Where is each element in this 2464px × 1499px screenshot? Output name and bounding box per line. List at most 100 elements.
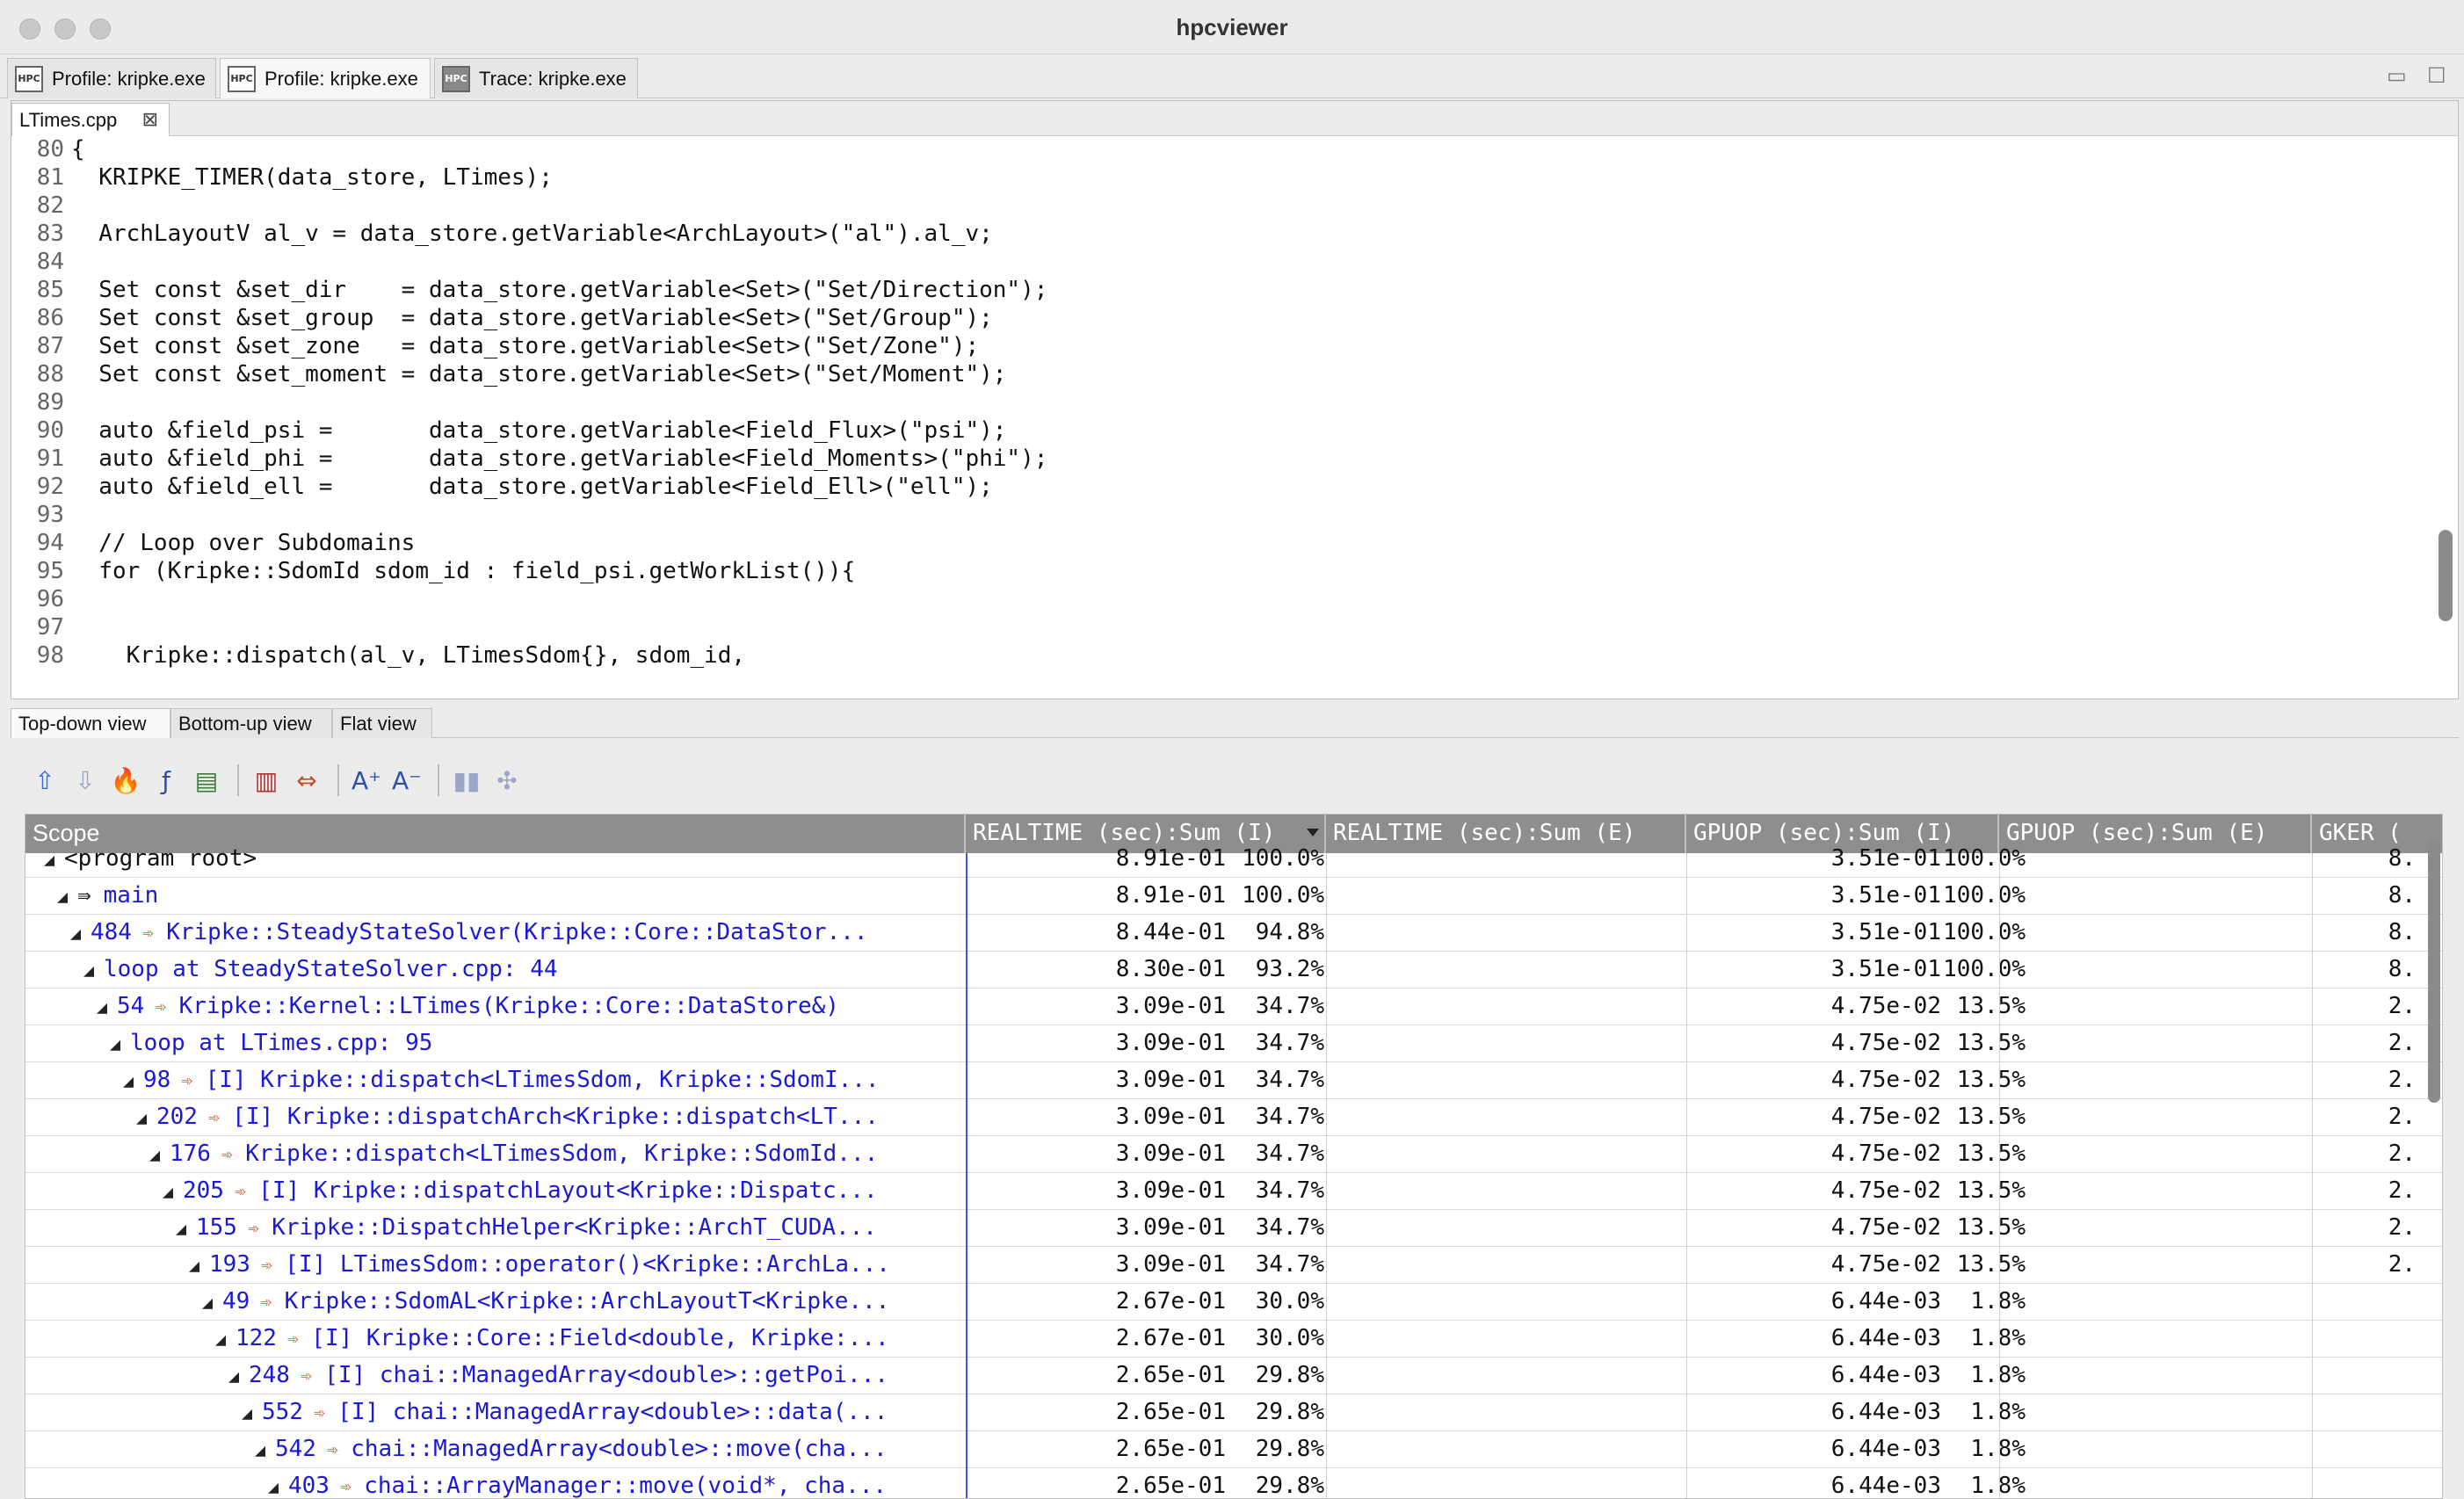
call-line-number[interactable]: 542 [275, 1436, 316, 1462]
call-arrow-icon[interactable]: ➾ [181, 1070, 192, 1092]
table-row[interactable]: ◢ 49 ➾ Kripke::SdomAL<Kripke::ArchLayoutT<K… [25, 1284, 2442, 1321]
scope-cell[interactable]: ◢ 202 ➾ [I] Kripke::dispatchArch<Kripke::di… [25, 1099, 966, 1136]
call-arrow-icon[interactable]: ➾ [340, 1476, 351, 1498]
scope-name[interactable]: chai::ArrayManager::move(void*, cha... [364, 1473, 887, 1498]
scope-name[interactable]: [I] Kripke::Core::Field<double, Kripke:.… [311, 1325, 888, 1351]
expand-triangle-icon[interactable]: ◢ [226, 1358, 242, 1394]
table-row[interactable]: ◢ 403 ➾ chai::ArrayManager::move(void*, cha… [25, 1468, 2442, 1498]
call-line-number[interactable]: 202 [156, 1104, 198, 1130]
derived-metric-icon[interactable]: ƒ [148, 762, 185, 799]
table-row[interactable]: ◢ 202 ➾ [I] Kripke::dispatchArch<Kripke::di… [25, 1099, 2442, 1136]
table-row[interactable]: ◢ 54 ➾ Kripke::Kernel::LTimes(Kripke::Core:… [25, 988, 2442, 1025]
scope-name[interactable]: main [104, 882, 159, 909]
table-row[interactable]: ◢ 193 ➾ [I] LTimesSdom::operator()<Kripke::… [25, 1247, 2442, 1284]
scope-name[interactable]: loop at SteadyStateSolver.cpp: 44 [104, 956, 558, 982]
expand-triangle-icon[interactable]: ◢ [147, 1137, 163, 1173]
call-arrow-icon[interactable]: ➾ [260, 1292, 272, 1314]
minimize-view-icon[interactable]: ▭ [2387, 63, 2407, 89]
column-divider[interactable] [966, 853, 967, 1498]
expand-triangle-icon[interactable]: ◢ [199, 1285, 215, 1321]
expand-triangle-icon[interactable]: ◢ [265, 1469, 281, 1498]
maximize-view-icon[interactable]: ☐ [2427, 63, 2446, 89]
table-row[interactable]: ◢ 98 ➾ [I] Kripke::dispatch<LTimesSdom, Kri… [25, 1062, 2442, 1099]
expand-triangle-icon[interactable]: ◢ [239, 1395, 255, 1431]
scope-cell[interactable]: ◢ ⇛ main [25, 878, 966, 915]
call-line-number[interactable]: 98 [143, 1067, 170, 1093]
scope-cell[interactable]: ◢ 542 ➾ chai::ManagedArray<double>::move(ch… [25, 1431, 966, 1468]
call-arrow-icon[interactable]: ➾ [261, 1255, 272, 1277]
scope-cell[interactable]: ◢ loop at SteadyStateSolver.cpp: 44 [25, 952, 966, 988]
expand-triangle-icon[interactable]: ◢ [68, 916, 83, 952]
scope-cell[interactable]: ◢ 98 ➾ [I] Kripke::dispatch<LTimesSdom, Kri… [25, 1062, 966, 1099]
tab-top-down-view[interactable]: Top-down view [11, 708, 170, 738]
expand-triangle-icon[interactable]: ◢ [160, 1174, 176, 1210]
table-row[interactable]: ◢ loop at SteadyStateSolver.cpp: 44 8.30e-… [25, 952, 2442, 988]
table-row[interactable]: ◢ 248 ➾ [I] chai::ManagedArray<double>::get… [25, 1358, 2442, 1394]
scope-name[interactable]: [I] Kripke::dispatchArch<Kripke::dispatc… [232, 1104, 879, 1130]
expand-triangle-icon[interactable]: ◢ [107, 1026, 123, 1062]
expand-triangle-icon[interactable]: ◢ [81, 952, 97, 988]
call-line-number[interactable]: 155 [196, 1214, 237, 1241]
scope-name[interactable]: [I] LTimesSdom::operator()<Kripke::ArchL… [285, 1251, 890, 1278]
scope-name[interactable]: chai::ManagedArray<double>::move(cha... [351, 1436, 887, 1462]
scope-name[interactable]: [I] Kripke::dispatchLayout<Kripke::Dispa… [258, 1177, 877, 1204]
scope-cell[interactable]: ◢ 122 ➾ [I] Kripke::Core::Field<double, Kri… [25, 1321, 966, 1358]
call-arrow-icon[interactable]: ➾ [248, 1218, 259, 1240]
expand-triangle-icon[interactable]: ◢ [120, 1063, 136, 1099]
export-csv-icon[interactable]: ▤ [188, 762, 225, 799]
scope-name[interactable]: [I] Kripke::dispatch<LTimesSdom, Kripke:… [206, 1067, 880, 1093]
scope-cell[interactable]: ◢ 49 ➾ Kripke::SdomAL<Kripke::ArchLayoutT<K… [25, 1284, 966, 1321]
scope-name[interactable]: Kripke::DispatchHelper<Kripke::ArchT_CUD… [272, 1214, 877, 1241]
resize-columns-icon[interactable]: ⇔ [288, 762, 325, 799]
column-divider[interactable] [1999, 853, 2000, 1498]
call-arrow-icon[interactable]: ➾ [221, 1144, 233, 1166]
scope-name[interactable]: [I] chai::ManagedArray<double>::data(... [337, 1399, 888, 1425]
expand-triangle-icon[interactable]: ◢ [186, 1248, 202, 1284]
table-row[interactable]: ◢ 542 ➾ chai::ManagedArray<double>::move(ch… [25, 1431, 2442, 1468]
callsite-icon[interactable]: ⇛ [77, 882, 91, 909]
expand-triangle-icon[interactable]: ◢ [94, 989, 110, 1025]
scope-cell[interactable]: ◢ loop at LTimes.cpp: 95 [25, 1025, 966, 1062]
table-row[interactable]: ◢ 552 ➾ [I] chai::ManagedArray<double>::dat… [25, 1394, 2442, 1431]
table-row[interactable]: ◢ loop at LTimes.cpp: 95 3.09e-01 34.7% 4.75… [25, 1025, 2442, 1062]
call-line-number[interactable]: 403 [288, 1473, 330, 1498]
scope-name[interactable]: loop at LTimes.cpp: 95 [130, 1030, 432, 1056]
table-row[interactable]: ◢ 484 ➾ Kripke::SteadyStateSolver(Kripke::C… [25, 915, 2442, 952]
editor-tab-ltimes[interactable]: LTimes.cpp ⊠ [11, 103, 170, 136]
scope-cell[interactable]: ◢ 484 ➾ Kripke::SteadyStateSolver(Kripke::C… [25, 915, 966, 952]
tab-trace[interactable]: HPC Trace: kripke.exe [434, 58, 638, 98]
expand-triangle-icon[interactable]: ◢ [252, 1432, 268, 1468]
scope-name[interactable]: [I] chai::ManagedArray<double>::getPoi..… [324, 1362, 888, 1388]
tab-bottom-up-view[interactable]: Bottom-up view [170, 708, 332, 738]
call-line-number[interactable]: 122 [236, 1325, 277, 1351]
call-line-number[interactable]: 54 [117, 993, 144, 1019]
scope-name[interactable]: <program root> [64, 845, 257, 872]
call-arrow-icon[interactable]: ➾ [155, 996, 166, 1018]
column-divider[interactable] [2312, 853, 2313, 1498]
scope-cell[interactable]: ◢ 248 ➾ [I] chai::ManagedArray<double>::get… [25, 1358, 966, 1394]
table-row[interactable]: ◢ ⇛ main 8.91e-01 100.0% 3.51e-01 100.0% 8. [25, 878, 2442, 915]
scope-cell[interactable]: ◢ 205 ➾ [I] Kripke::dispatchLayout<Kripke::… [25, 1173, 966, 1210]
scope-cell[interactable]: ◢ 155 ➾ Kripke::DispatchHelper<Kripke::Arch… [25, 1210, 966, 1247]
scope-cell[interactable]: ◢ <program root> [25, 841, 966, 878]
call-line-number[interactable]: 248 [249, 1362, 290, 1388]
table-row[interactable]: ◢ 155 ➾ Kripke::DispatchHelper<Kripke::Arch… [25, 1210, 2442, 1247]
expand-triangle-icon[interactable]: ◢ [134, 1100, 149, 1136]
code-area[interactable]: 80{81 KRIPKE_TIMER(data_store, LTimes); 8… [11, 136, 2428, 699]
table-row[interactable]: ◢ 205 ➾ [I] Kripke::dispatchLayout<Kripke::… [25, 1173, 2442, 1210]
expand-triangle-icon[interactable]: ◢ [41, 842, 57, 878]
call-line-number[interactable]: 193 [209, 1251, 250, 1278]
call-arrow-icon[interactable]: ➾ [142, 923, 154, 945]
expand-triangle-icon[interactable]: ◢ [54, 879, 70, 915]
scope-name[interactable]: Kripke::SteadyStateSolver(Kripke::Core::… [166, 919, 867, 945]
call-line-number[interactable]: 205 [183, 1177, 224, 1204]
call-arrow-icon[interactable]: ➾ [314, 1402, 325, 1424]
column-divider[interactable] [1326, 853, 1327, 1498]
call-arrow-icon[interactable]: ➾ [235, 1181, 246, 1203]
scope-cell[interactable]: ◢ 552 ➾ [I] chai::ManagedArray<double>::dat… [25, 1394, 966, 1431]
font-increase-icon[interactable]: A⁺ [348, 762, 385, 799]
table-row[interactable]: ◢ <program root> 8.91e-01 100.0% 3.51e-01 100… [25, 841, 2442, 878]
expand-triangle-icon[interactable]: ◢ [213, 1322, 228, 1358]
table-row[interactable]: ◢ 122 ➾ [I] Kripke::Core::Field<double, Kri… [25, 1321, 2442, 1358]
tab-profile-1[interactable]: HPC Profile: kripke.exe [7, 58, 216, 98]
